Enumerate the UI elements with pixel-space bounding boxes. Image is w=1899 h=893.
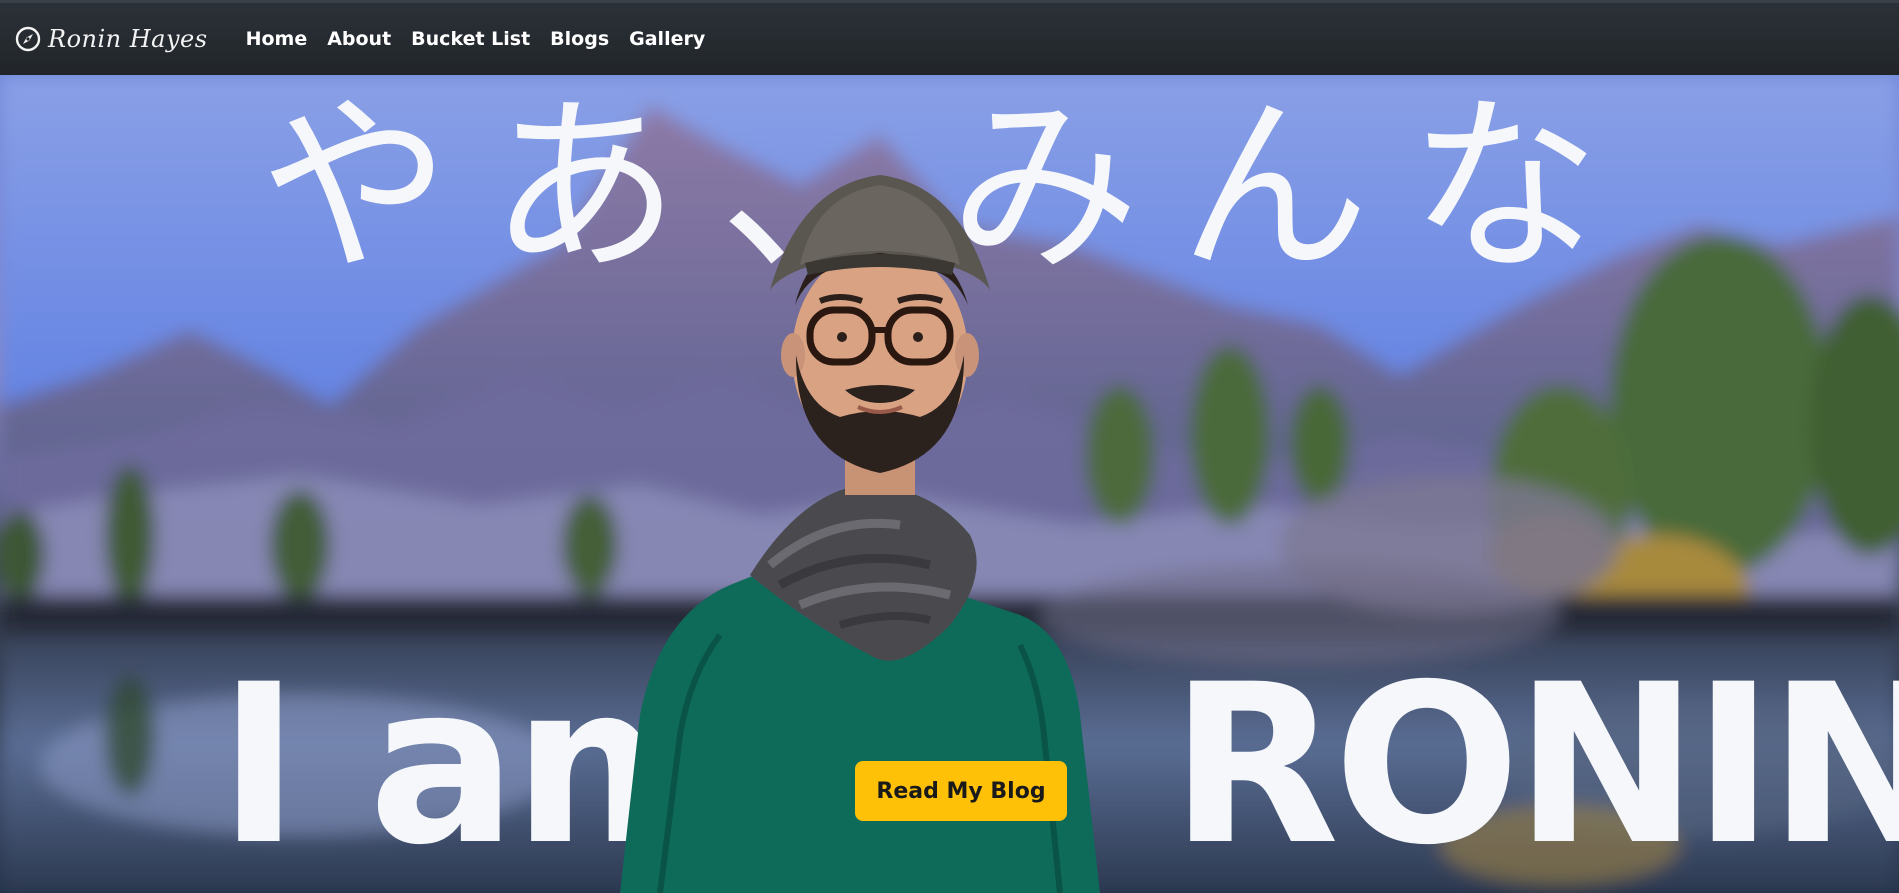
nav-link-bucket-list[interactable]: Bucket List xyxy=(401,28,540,50)
intro-name: RONIN xyxy=(1170,637,1899,893)
navbar: Ronin Hayes Home About Bucket List Blogs… xyxy=(0,0,1899,75)
compass-icon xyxy=(15,26,41,52)
nav-link-blogs[interactable]: Blogs xyxy=(540,28,619,50)
nav-link-about[interactable]: About xyxy=(317,28,401,50)
brand-name: Ronin Hayes xyxy=(48,25,208,53)
hero-section: やあ、みんな I am RONIN Read My Blog xyxy=(0,75,1899,893)
read-my-blog-button[interactable]: Read My Blog xyxy=(855,761,1067,821)
brand-link[interactable]: Ronin Hayes xyxy=(14,25,208,53)
nav-link-home[interactable]: Home xyxy=(236,28,318,50)
nav-link-gallery[interactable]: Gallery xyxy=(619,28,715,50)
nav-links: Home About Bucket List Blogs Gallery xyxy=(236,28,716,50)
